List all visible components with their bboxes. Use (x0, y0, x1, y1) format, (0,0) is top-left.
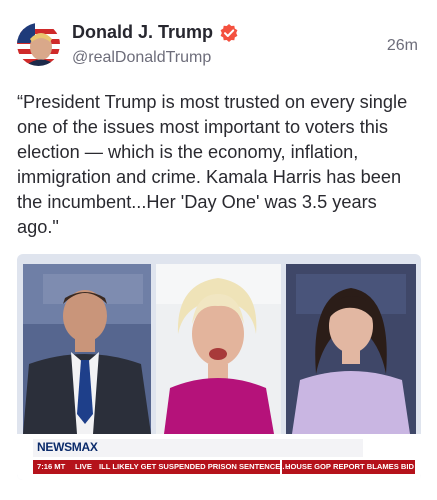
ticker-headline: HOUSE GOP REPORT BLAMES BID (285, 462, 414, 471)
truth-social-post: Donald J. Trump @realDonaldTrump 26m “Pr… (0, 0, 437, 500)
news-ticker: 7:16 MT LIVE ILL LIKELY GET SUSPENDED PR… (33, 460, 415, 474)
news-lower-third: NEWSMAX 7:16 MT LIVE ILL LIKELY GET SUSP… (17, 434, 421, 480)
author-row: Donald J. Trump (72, 22, 239, 43)
post-video-thumbnail[interactable]: NEWSMAX 7:16 MT LIVE ILL LIKELY GET SUSP… (17, 254, 421, 480)
video-panel-left-anchor (23, 264, 151, 434)
network-logo: NEWSMAX (37, 440, 98, 454)
author-avatar[interactable] (17, 23, 60, 66)
video-panel-right-anchor (286, 264, 416, 434)
post-text: “President Trump is most trusted on ever… (17, 92, 408, 237)
author-name[interactable]: Donald J. Trump (72, 22, 213, 43)
ticker-live-label: LIVE (75, 462, 92, 471)
ticker-time: 7:16 MT (37, 462, 66, 471)
ticker-headline: ILL LIKELY GET SUSPENDED PRISON SENTENCE… (99, 462, 293, 471)
verified-badge-icon (219, 23, 239, 43)
post-timestamp[interactable]: 26m (387, 37, 418, 55)
video-panel-middle-guest (156, 264, 281, 434)
ticker-divider (280, 460, 282, 474)
author-handle[interactable]: @realDonaldTrump (72, 49, 211, 67)
